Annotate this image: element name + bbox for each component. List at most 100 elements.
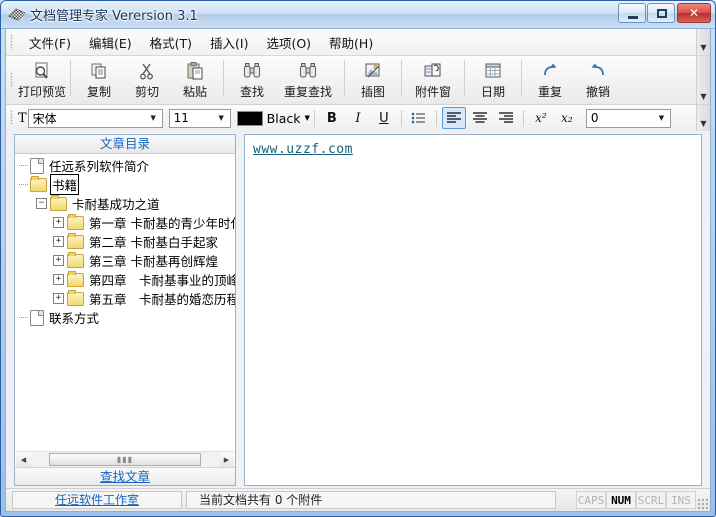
toolbar-paste[interactable]: 粘贴: [171, 56, 219, 102]
status-indicator-caps: CAPS: [576, 491, 606, 509]
menubar-overflow-button[interactable]: ▼: [696, 29, 710, 55]
find-article-link[interactable]: 查找文章: [100, 469, 150, 484]
maximize-button[interactable]: [647, 3, 675, 23]
line-spacing-combobox[interactable]: 0 ▼: [585, 108, 671, 128]
tree-item-label: 第二章 卡耐基白手起家: [89, 235, 218, 250]
menu-format[interactable]: 格式(T): [141, 29, 201, 56]
menu-gripper[interactable]: [10, 34, 13, 50]
align-center-icon: [472, 112, 487, 123]
tree-item-books[interactable]: 书籍: [15, 174, 235, 195]
document-editor[interactable]: www.uzzf.com: [244, 134, 702, 486]
toolbar-separator: [223, 60, 224, 96]
binoculars-icon: [242, 60, 262, 82]
toolbar-redo-label: 重复: [537, 85, 562, 99]
folder-icon: [67, 270, 84, 287]
folder-icon: [67, 232, 84, 249]
close-icon: ✕: [688, 6, 700, 20]
catalog-tree[interactable]: 任远系列软件简介 书籍 − 卡耐基成功之道 + 第一章 卡耐基的青少年时代 + 第二章 卡耐基…: [15, 154, 235, 449]
status-document-info: 当前文档共有 0 个附件: [186, 491, 556, 509]
expand-toggle-icon[interactable]: +: [53, 217, 64, 228]
font-size-combobox[interactable]: 11 ▼: [168, 108, 231, 128]
folder-icon: [67, 289, 84, 306]
document-book-icon: [8, 8, 26, 21]
format-toolbar-gripper[interactable]: [10, 110, 13, 125]
font-glyph-icon: T: [18, 110, 27, 126]
client-area: 文件(F) 编辑(E) 格式(T) 插入(I) 选项(O) 帮助(H) ▼ 打印…: [5, 28, 711, 512]
resize-grip-icon[interactable]: [696, 497, 708, 509]
toolbar-attachment-window[interactable]: 附件窗: [406, 56, 460, 102]
scrollbar-track[interactable]: ▮▮▮: [31, 452, 219, 467]
tree-item-contact[interactable]: 联系方式: [15, 308, 235, 327]
toolbar-find[interactable]: 查找: [228, 56, 276, 102]
format-separator: [435, 109, 437, 127]
tree-item-intro[interactable]: 任远系列软件简介: [15, 156, 235, 175]
format-toolbar-overflow-button[interactable]: ▼: [696, 105, 710, 131]
title-bar[interactable]: 文档管理专家 Verersion 3.1 ✕: [1, 1, 715, 29]
align-center-button[interactable]: [468, 107, 492, 129]
chevron-down-icon: ▼: [700, 119, 707, 128]
collapse-toggle-icon[interactable]: −: [36, 198, 47, 209]
expand-toggle-icon[interactable]: +: [53, 255, 64, 266]
toolbar-cut[interactable]: 剪切: [123, 56, 171, 102]
toolbar-find-again[interactable]: 重复查找: [276, 56, 340, 102]
minimize-icon: [628, 16, 638, 19]
calendar-icon: [483, 60, 503, 82]
chevron-down-icon[interactable]: ▼: [305, 114, 310, 122]
tree-item-chapter-4[interactable]: + 第四章 卡耐基事业的顶峰: [15, 270, 235, 289]
tree-item-chapter-1[interactable]: + 第一章 卡耐基的青少年时代: [15, 213, 235, 232]
toolbar-find-again-label: 重复查找: [283, 85, 332, 99]
menu-insert[interactable]: 插入(I): [201, 29, 257, 56]
toolbar-date[interactable]: 日期: [469, 56, 517, 102]
close-button[interactable]: ✕: [677, 3, 711, 23]
align-left-button[interactable]: [441, 107, 466, 129]
font-name-combobox[interactable]: 宋体 ▼: [27, 108, 163, 128]
menu-edit[interactable]: 编辑(E): [80, 29, 141, 56]
tree-item-chapter-3[interactable]: + 第三章 卡耐基再创辉煌: [15, 251, 235, 270]
toolbar-date-label: 日期: [480, 85, 505, 99]
scroll-left-arrow-icon[interactable]: ◀: [16, 452, 31, 467]
toolbar-redo[interactable]: 重复: [526, 56, 574, 102]
bold-button[interactable]: B: [320, 107, 344, 129]
menu-file[interactable]: 文件(F): [20, 29, 80, 56]
toolbar-print-preview[interactable]: 打印预览: [18, 56, 66, 102]
toolbar-insert-image[interactable]: 插图: [349, 56, 397, 102]
application-window: 文档管理专家 Verersion 3.1 ✕ 文件(F) 编辑(E) 格式(T)…: [0, 0, 716, 517]
font-size-value: 11: [173, 111, 189, 125]
bullet-list-button[interactable]: [407, 107, 431, 129]
align-right-button[interactable]: [494, 107, 518, 129]
editor-content-link[interactable]: www.uzzf.com: [253, 142, 353, 157]
studio-link[interactable]: 任远软件工作室: [55, 493, 139, 507]
chevron-down-icon[interactable]: ▼: [655, 110, 668, 127]
tree-connector-line: [19, 316, 28, 319]
toolbar-undo[interactable]: 撤销: [574, 56, 622, 102]
toolbar-gripper[interactable]: [10, 72, 13, 88]
expand-toggle-icon[interactable]: +: [53, 293, 64, 304]
superscript-button[interactable]: x²: [529, 107, 553, 129]
toolbar-paste-label: 粘贴: [182, 85, 207, 99]
font-color-picker[interactable]: Black ▼: [236, 110, 310, 126]
print-preview-icon: [32, 60, 52, 82]
minimize-button[interactable]: [618, 3, 646, 23]
subscript-button[interactable]: x₂: [555, 107, 579, 129]
status-indicator-scrl: SCRL: [636, 491, 666, 509]
font-color-label: Black: [266, 110, 301, 126]
tree-item-chapter-5[interactable]: + 第五章 卡耐基的婚恋历程: [15, 289, 235, 308]
underline-button[interactable]: U: [372, 107, 396, 129]
scroll-right-arrow-icon[interactable]: ▶: [219, 452, 234, 467]
chevron-down-icon[interactable]: ▼: [147, 110, 160, 127]
expand-toggle-icon[interactable]: +: [53, 274, 64, 285]
menu-help[interactable]: 帮助(H): [320, 29, 382, 56]
catalog-horizontal-scrollbar[interactable]: ◀ ▮▮▮ ▶: [16, 451, 234, 467]
expand-toggle-icon[interactable]: +: [53, 236, 64, 247]
toolbar-overflow-button[interactable]: ▼: [696, 56, 710, 104]
paste-icon: [185, 60, 205, 82]
chevron-down-icon: ▼: [700, 92, 707, 101]
tree-item-carnegie[interactable]: − 卡耐基成功之道: [15, 194, 235, 213]
italic-button[interactable]: I: [346, 107, 370, 129]
toolbar-copy[interactable]: 复制: [75, 56, 123, 102]
chevron-down-icon[interactable]: ▼: [215, 110, 228, 127]
scrollbar-thumb[interactable]: ▮▮▮: [49, 453, 201, 466]
menu-options[interactable]: 选项(O): [257, 29, 320, 56]
tree-item-chapter-2[interactable]: + 第二章 卡耐基白手起家: [15, 232, 235, 251]
copy-icon: [89, 60, 109, 82]
